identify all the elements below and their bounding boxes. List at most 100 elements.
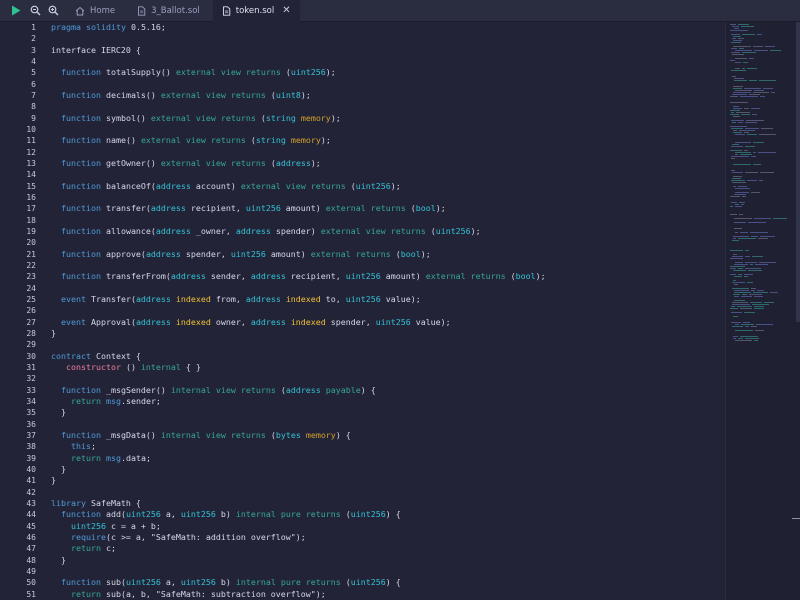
code-line[interactable]: 23 function transferFrom(address sender,… xyxy=(0,271,725,282)
code-line[interactable]: 30 contract Context { xyxy=(0,351,725,362)
code-line[interactable]: 37 function _msgData() internal view ret… xyxy=(0,430,725,441)
code-line[interactable]: 50 function sub(uint256 a, uint256 b) in… xyxy=(0,577,725,588)
code-token: view xyxy=(215,384,236,395)
code-line[interactable]: 27 event Approval(address indexed owner,… xyxy=(0,317,725,328)
minimap-line xyxy=(733,130,737,131)
code-token: add( xyxy=(100,509,126,520)
code-line[interactable]: 46 require(c >= a, "SafeMath: addition o… xyxy=(0,532,725,543)
code-token: address xyxy=(170,271,206,282)
code-token: sub( xyxy=(100,577,126,588)
code-line[interactable]: 28} xyxy=(0,328,725,339)
code-line[interactable]: 12 xyxy=(0,147,725,158)
code-token: a, xyxy=(160,509,181,520)
code-line[interactable]: 42 xyxy=(0,487,725,498)
minimap-line xyxy=(744,150,748,151)
line-number: 17 xyxy=(26,204,36,214)
code-token: Context { xyxy=(90,350,141,361)
code-line[interactable]: 11 function name() external view returns… xyxy=(0,135,725,146)
tab-label: 3_Ballot.sol xyxy=(151,5,200,16)
code-token: uint256 xyxy=(350,577,386,588)
code-line[interactable]: 22 xyxy=(0,260,725,271)
code-line[interactable]: 31 constructor () internal { } xyxy=(0,362,725,373)
close-icon[interactable]: ✕ xyxy=(282,5,290,16)
code-token: payable xyxy=(325,384,361,395)
line-number: 46 xyxy=(26,532,36,542)
code-token: returns xyxy=(370,203,406,214)
code-line[interactable]: 14 xyxy=(0,169,725,180)
code-line[interactable]: 21 function approve(address spender, uin… xyxy=(0,249,725,260)
tab-home[interactable]: Home xyxy=(66,0,124,22)
code-token: view xyxy=(365,225,386,236)
code-line[interactable]: 38 this; xyxy=(0,441,725,452)
minimap-line xyxy=(747,180,757,181)
code-line[interactable]: 15 function balanceOf(address account) e… xyxy=(0,181,725,192)
code-line[interactable]: 39 return msg.data; xyxy=(0,453,725,464)
code-line[interactable]: 1 pragma solidity 0.5.16; xyxy=(0,22,725,33)
code-line[interactable]: 10 xyxy=(0,124,725,135)
tab-3-ballot[interactable]: 3_Ballot.sol xyxy=(128,0,209,22)
code-line[interactable]: 35 } xyxy=(0,407,725,418)
minimap-line xyxy=(731,52,740,53)
code-line[interactable]: 20 xyxy=(0,237,725,248)
minimap-line xyxy=(740,96,758,97)
code-line[interactable]: 8 xyxy=(0,101,725,112)
code-line[interactable]: 47 return c; xyxy=(0,543,725,554)
minimap-line xyxy=(760,96,765,97)
code-token: internal xyxy=(235,509,276,520)
code-line[interactable]: 17 function transfer(address recipient, … xyxy=(0,203,725,214)
code-line[interactable]: 26 xyxy=(0,305,725,316)
code-line[interactable]: 40 } xyxy=(0,464,725,475)
code-line[interactable]: 6 xyxy=(0,79,725,90)
tab-token[interactable]: token.sol ✕ xyxy=(212,0,300,22)
code-line[interactable]: 33 function _msgSender() internal view r… xyxy=(0,385,725,396)
code-line[interactable]: 34 return msg.sender; xyxy=(0,396,725,407)
code-line[interactable]: 29 xyxy=(0,339,725,350)
code-line[interactable]: 2 xyxy=(0,33,725,44)
code-line[interactable]: 51 return sub(a, b, "SafeMath: subtracti… xyxy=(0,589,725,600)
minimap-line xyxy=(744,312,755,313)
code-token: address xyxy=(145,248,181,259)
code-token: contract xyxy=(51,350,91,361)
zoom-in-button[interactable] xyxy=(44,0,62,22)
code-line[interactable]: 7 function decimals() external view retu… xyxy=(0,90,725,101)
zoom-out-button[interactable] xyxy=(26,0,44,22)
run-button[interactable] xyxy=(0,0,26,22)
code-line[interactable]: 48 } xyxy=(0,555,725,566)
code-line[interactable]: 25 event Transfer(address indexed from, … xyxy=(0,294,725,305)
minimap-line xyxy=(730,114,739,115)
minimap-line xyxy=(735,330,753,331)
minimap[interactable] xyxy=(725,22,800,600)
code-line[interactable]: 9 function symbol() external view return… xyxy=(0,113,725,124)
code-line[interactable]: 4 xyxy=(0,56,725,67)
code-line[interactable]: 41} xyxy=(0,475,725,486)
code-line[interactable]: 45 uint256 c = a + b; xyxy=(0,521,725,532)
minimap-line xyxy=(730,214,737,215)
code-line[interactable]: 19 function allowance(address _owner, ad… xyxy=(0,226,725,237)
code-line[interactable]: 3 interface IERC20 { xyxy=(0,45,725,56)
code-token: internal xyxy=(170,384,211,395)
code-line[interactable]: 18 xyxy=(0,215,725,226)
code-token: transfer( xyxy=(100,203,151,214)
code-line[interactable]: 24 xyxy=(0,283,725,294)
code-line[interactable]: 16 xyxy=(0,192,725,203)
code-token: external xyxy=(325,203,366,214)
code-token: ( xyxy=(340,577,351,588)
code-line[interactable]: 36 xyxy=(0,419,725,430)
code-editor[interactable]: 1 pragma solidity 0.5.16; 2 3 interface IERC… xyxy=(0,22,725,600)
code-line[interactable]: 5 function totalSupply() external view r… xyxy=(0,67,725,78)
minimap-line xyxy=(735,204,739,205)
code-line[interactable]: 13 function getOwner() external view ret… xyxy=(0,158,725,169)
code-token: (c >= a, xyxy=(105,531,151,542)
code-line[interactable]: 43 library SafeMath { xyxy=(0,498,725,509)
minimap-line xyxy=(748,222,766,223)
code-token: _msgSender() xyxy=(100,384,171,395)
code-line[interactable]: 44 function add(uint256 a, uint256 b) in… xyxy=(0,509,725,520)
code-token: external xyxy=(425,271,466,282)
minimap-line xyxy=(734,296,739,297)
code-line[interactable]: 32 xyxy=(0,373,725,384)
scrollbar[interactable] xyxy=(796,22,800,322)
code-line[interactable]: 49 xyxy=(0,566,725,577)
